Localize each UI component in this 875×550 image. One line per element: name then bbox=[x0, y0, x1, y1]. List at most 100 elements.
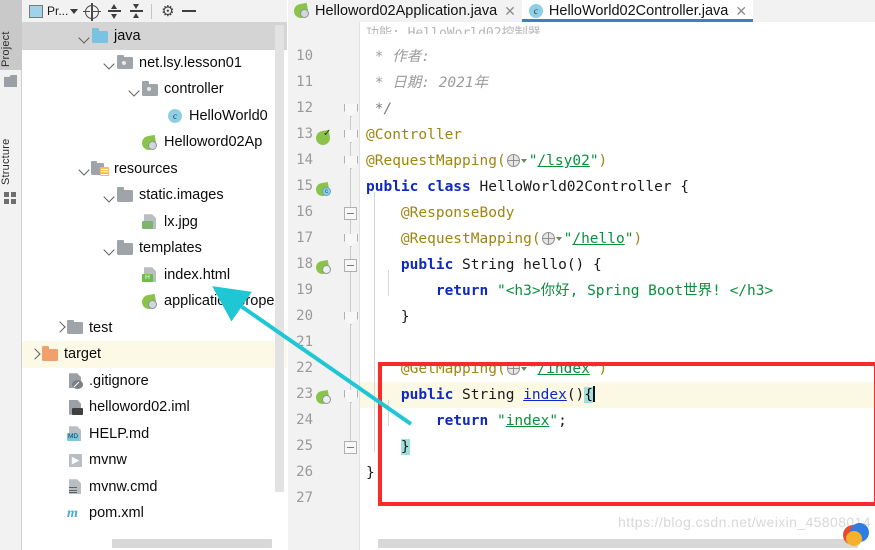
project-tree[interactable]: java net.lsy.lesson01 controller c HelloWorl… bbox=[22, 23, 287, 550]
fold-toggle-line-16[interactable] bbox=[344, 202, 357, 228]
chevron-down-icon[interactable] bbox=[520, 367, 527, 371]
tree-item-mvnw[interactable]: ▶ mvnw bbox=[22, 447, 287, 474]
code-line-19[interactable]: return "<h3>你好, Spring Boot世界! </h3> bbox=[360, 278, 773, 304]
tree-item-static-images[interactable]: static.images bbox=[22, 182, 287, 209]
tree-item-test[interactable]: test bbox=[22, 315, 287, 342]
spring-run-badge-icon bbox=[148, 140, 157, 150]
tree-item-templates[interactable]: templates bbox=[22, 235, 287, 262]
code-line-20[interactable]: } bbox=[360, 304, 410, 330]
code-line-21[interactable] bbox=[360, 330, 366, 356]
tree-item-gitignore[interactable]: .gitignore bbox=[22, 368, 287, 395]
tree-item-help-md[interactable]: MD HELP.md bbox=[22, 421, 287, 448]
spring-run-badge-icon bbox=[300, 9, 309, 18]
code-lines[interactable]: * 作者: * 日期: 2021年 */@Controller @RequestM… bbox=[360, 22, 875, 550]
project-view-selector[interactable]: Pr... bbox=[22, 0, 81, 23]
project-tree-scrollbar[interactable] bbox=[275, 25, 284, 492]
fold-toggle-line-12[interactable] bbox=[344, 98, 357, 124]
chevron-down-icon[interactable] bbox=[103, 242, 116, 255]
code-line-12[interactable]: */ bbox=[360, 96, 392, 122]
code-line-22[interactable]: @GetMapping("/index") bbox=[360, 356, 607, 382]
code-line-11[interactable]: * 日期: 2021年 bbox=[360, 70, 488, 96]
tree-item-helloword02ap[interactable]: Helloword02Ap bbox=[22, 129, 287, 156]
code-line-23[interactable]: public String index(){ bbox=[360, 382, 595, 408]
tree-item-label: controller bbox=[164, 81, 224, 98]
fold-toggle-line-20[interactable] bbox=[344, 306, 357, 332]
editor-gutter[interactable]: 10 11 12 13 14 15 16 17 18 19 20 21 22 23 24 25 26 27 ✓ c bbox=[288, 22, 360, 550]
tree-item-icon bbox=[141, 81, 159, 97]
code-line-10[interactable]: * 作者: bbox=[360, 44, 430, 70]
spring-mapping-icon[interactable] bbox=[314, 389, 332, 406]
web-mapping-icon[interactable] bbox=[506, 154, 520, 167]
chevron-down-icon[interactable] bbox=[103, 56, 116, 69]
chevron-down-icon[interactable] bbox=[103, 189, 116, 202]
tree-item-pom-xml[interactable]: m pom.xml bbox=[22, 500, 287, 527]
select-opened-file-button[interactable] bbox=[81, 0, 103, 23]
tree-item-resources[interactable]: resources bbox=[22, 156, 287, 183]
chevron-down-icon[interactable] bbox=[128, 83, 141, 96]
project-toolbar: Pr... ⚙ bbox=[22, 0, 287, 23]
code-line-18[interactable]: public String hello() { bbox=[360, 252, 602, 278]
tree-item-java[interactable]: java bbox=[22, 23, 287, 50]
tree-item-lx-jpg[interactable]: lx.jpg bbox=[22, 209, 287, 236]
editor-tab-helloword02application[interactable]: Helloword02Application.java ✕ bbox=[288, 0, 522, 22]
chevron-down-icon[interactable] bbox=[78, 162, 91, 175]
chevron-down-icon[interactable] bbox=[555, 237, 562, 241]
tree-item-label: mvnw bbox=[89, 452, 127, 469]
tree-item-index-html[interactable]: Hindex.html bbox=[22, 262, 287, 289]
tree-item-helloworld0[interactable]: c HelloWorld0 bbox=[22, 103, 287, 130]
fold-toggle-line-13[interactable] bbox=[344, 124, 357, 150]
chevron-down-icon bbox=[70, 8, 79, 14]
settings-button[interactable]: ⚙ bbox=[156, 0, 178, 23]
fold-toggle-line-18[interactable] bbox=[344, 254, 357, 280]
code-editor[interactable]: 10 11 12 13 14 15 16 17 18 19 20 21 22 23 24 25 26 27 ✓ c 功… bbox=[288, 22, 875, 550]
tree-item-helloword02-iml[interactable]: helloword02.iml bbox=[22, 394, 287, 421]
code-line-13[interactable]: @Controller bbox=[360, 122, 462, 148]
web-mapping-icon[interactable] bbox=[506, 362, 520, 375]
chevron-down-icon[interactable] bbox=[520, 159, 527, 163]
expand-all-button[interactable] bbox=[103, 0, 125, 23]
tool-tab-project[interactable]: Project bbox=[0, 0, 22, 70]
code-line-14[interactable]: @RequestMapping("/lsy02") bbox=[360, 148, 607, 174]
fold-toggle-line-14[interactable] bbox=[344, 150, 357, 176]
close-icon[interactable]: ✕ bbox=[504, 4, 516, 18]
fold-toggle-line-25[interactable] bbox=[344, 436, 357, 462]
tree-item-application-proper[interactable]: application.proper bbox=[22, 288, 287, 315]
tree-item-mvnw-cmd[interactable]: mvnw.cmd bbox=[22, 474, 287, 501]
close-icon[interactable]: ✕ bbox=[735, 4, 747, 18]
spring-bean-class-icon[interactable]: c bbox=[314, 181, 332, 198]
tool-tab-structure[interactable]: Structure bbox=[0, 100, 22, 188]
tree-item-icon bbox=[116, 187, 134, 203]
collapse-all-button[interactable] bbox=[125, 0, 147, 23]
code-line-16[interactable]: @ResponseBody bbox=[360, 200, 515, 226]
editor-hscrollbar[interactable] bbox=[378, 539, 858, 548]
tab-file-icon: c bbox=[527, 3, 545, 19]
fold-toggle-line-17[interactable] bbox=[344, 228, 357, 254]
project-tree-hscrollbar[interactable] bbox=[112, 539, 272, 548]
tree-item-controller[interactable]: controller bbox=[22, 76, 287, 103]
tree-item-label: resources bbox=[114, 160, 178, 177]
web-mapping-icon[interactable] bbox=[541, 232, 555, 245]
code-line-15[interactable]: public class HelloWorld02Controller { bbox=[360, 174, 689, 200]
spring-bean-check-icon[interactable]: ✓ bbox=[314, 129, 332, 147]
tree-item-net-lsy-lesson01[interactable]: net.lsy.lesson01 bbox=[22, 50, 287, 77]
chevron-right-icon[interactable] bbox=[28, 348, 41, 361]
editor-tab-helloworld02controller[interactable]: c HelloWorld02Controller.java ✕ bbox=[521, 0, 754, 22]
tree-item-label: HELP.md bbox=[89, 425, 150, 442]
fold-toggle-line-23[interactable] bbox=[344, 384, 357, 410]
code-line-25[interactable]: } bbox=[360, 434, 410, 460]
spring-mapping-icon[interactable] bbox=[314, 259, 332, 276]
line-number-15: 15 bbox=[296, 178, 313, 194]
tree-item-target[interactable]: target bbox=[22, 341, 287, 368]
package-folder-icon bbox=[142, 81, 158, 96]
code-line-24[interactable]: return "index"; bbox=[360, 408, 567, 434]
code-line-27[interactable] bbox=[360, 486, 366, 512]
line-number-26: 26 bbox=[296, 464, 313, 480]
line-number-16: 16 bbox=[296, 204, 313, 220]
line-number-27: 27 bbox=[296, 490, 313, 506]
hide-tool-window-button[interactable] bbox=[178, 0, 200, 23]
code-line-26[interactable]: } bbox=[360, 460, 375, 486]
chevron-right-icon[interactable] bbox=[53, 321, 66, 334]
code-line-17[interactable]: @RequestMapping("/hello") bbox=[360, 226, 642, 252]
chevron-down-icon[interactable] bbox=[78, 30, 91, 43]
